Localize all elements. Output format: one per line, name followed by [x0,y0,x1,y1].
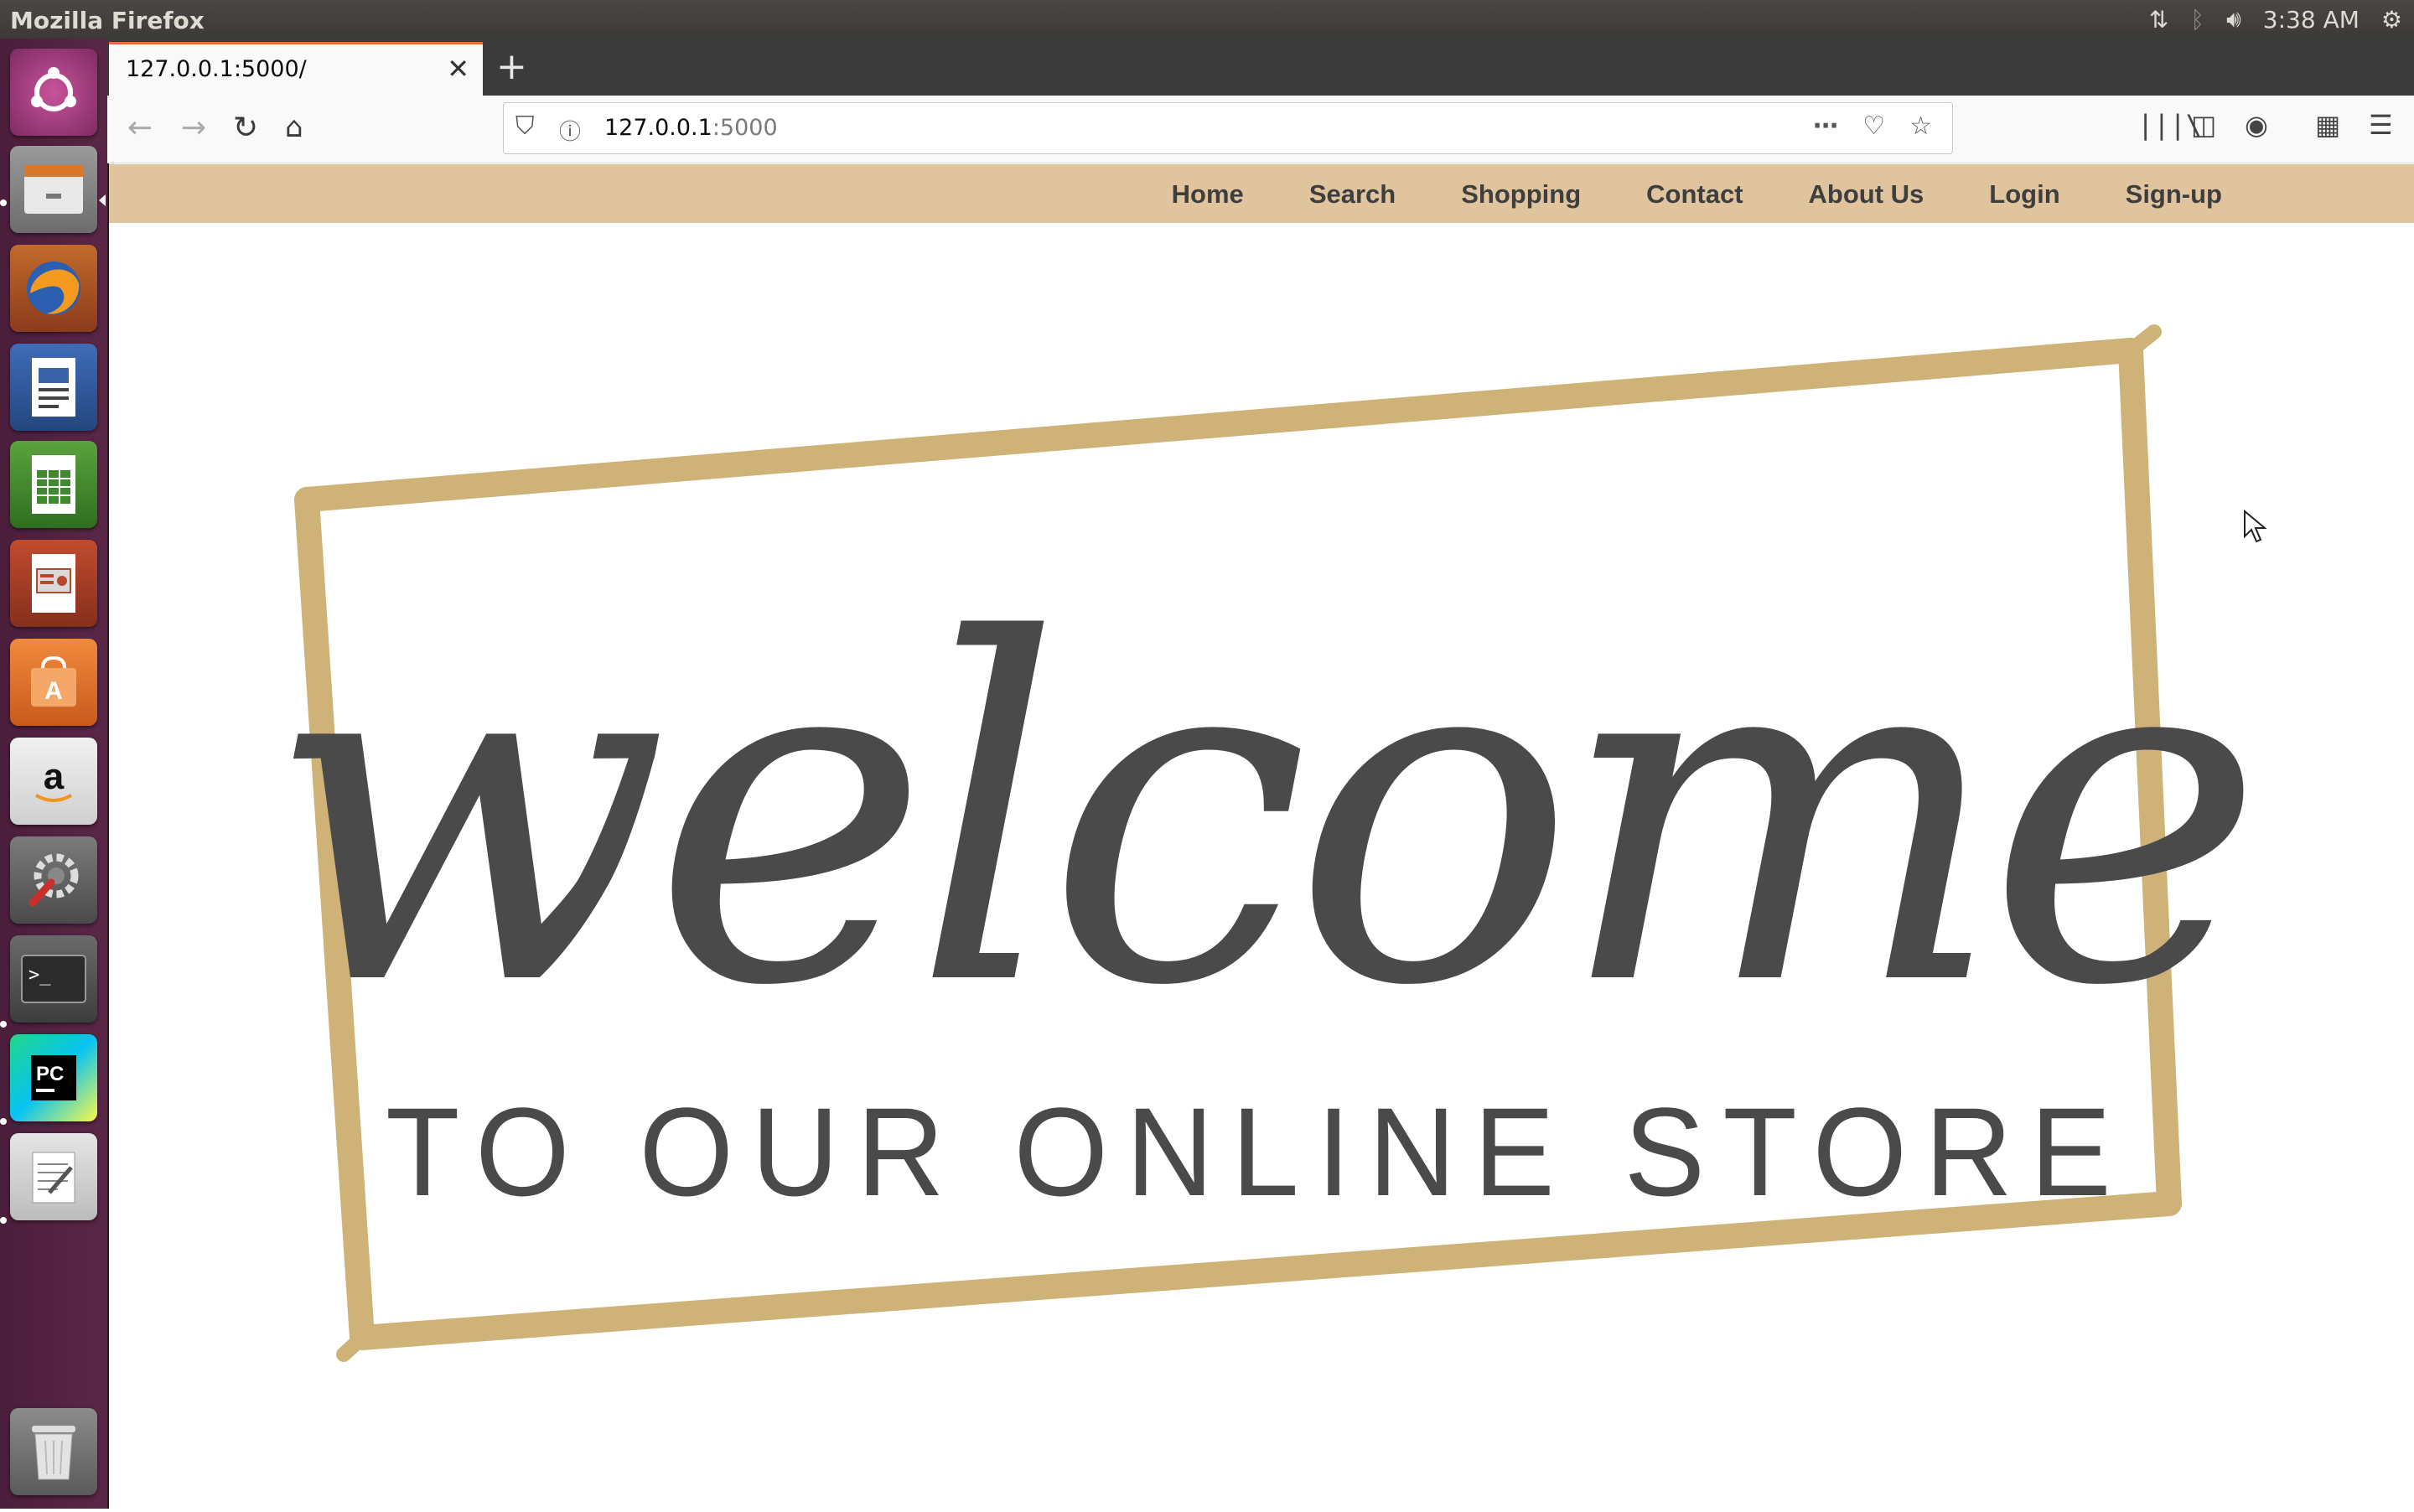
pycharm-icon[interactable]: PC [10,1034,97,1121]
trash-icon[interactable] [10,1408,97,1495]
menu-icon[interactable]: ☰ [2369,109,2393,141]
nav-login-link[interactable]: Login [1956,179,2092,210]
clock[interactable]: 3:38 AM [2263,6,2360,34]
impress-icon[interactable] [10,540,97,627]
text-editor-icon[interactable] [10,1133,97,1220]
bluetooth-icon[interactable]: ᛒ [2190,6,2204,34]
home-icon[interactable]: ⌂ [285,111,303,144]
account-icon[interactable]: ◉ [2245,109,2268,141]
calc-icon[interactable] [10,441,97,528]
browser-tab[interactable]: 127.0.0.1:5000/ ✕ [109,42,483,96]
network-icon[interactable]: ⇅ [2149,6,2168,34]
new-tab-icon[interactable]: + [496,45,527,88]
tab-title: 127.0.0.1:5000/ [126,56,307,82]
terminal-icon[interactable]: >_ [10,935,97,1023]
system-top-bar: Mozilla Firefox ⇅ ᛒ 🔊︎ 3:38 AM ⚙ [0,0,2414,39]
window-title: Mozilla Firefox [10,7,205,34]
nav-contact-link[interactable]: Contact [1614,179,1775,210]
bookmark-star-icon[interactable]: ☆ [1909,111,1932,141]
settings-gear-icon[interactable]: ⚙ [2381,6,2402,34]
sidebar-icon[interactable]: ◫ [2191,109,2216,141]
nav-home-link[interactable]: Home [1139,179,1277,210]
system-settings-icon[interactable] [10,836,97,924]
site-nav-links: Home Search Shopping Contact About Us Lo… [1139,179,2255,210]
launcher: A a >_ PC [0,39,109,1509]
url-text[interactable]: 127.0.0.1:5000 [604,115,778,141]
software-center-icon[interactable]: A [10,639,97,726]
close-tab-icon[interactable]: ✕ [447,53,469,85]
tracking-shield-icon[interactable]: ⛉ [515,111,535,141]
writer-icon[interactable] [10,344,97,431]
pocket-icon[interactable]: ♡ [1862,111,1885,141]
page-actions-icon[interactable]: ⋯ [1813,111,1838,141]
extensions-icon[interactable]: ▦ [2315,109,2340,141]
welcome-script-text: welcome [267,542,2247,1089]
nav-about-us-link[interactable]: About Us [1776,179,1957,210]
forward-icon[interactable]: → [181,111,206,145]
welcome-banner: welcome TO OUR ONLINE STORE [109,223,2414,1509]
nav-shopping-link[interactable]: Shopping [1428,179,1614,210]
files-icon[interactable] [10,146,97,233]
svg-text:A: A [44,677,63,705]
welcome-banner-graphic: welcome TO OUR ONLINE STORE [267,324,2265,1362]
url-bar[interactable]: ⛉ ⓘ 127.0.0.1:5000 ⋯ ♡ ☆ [503,102,1953,154]
ubuntu-dash-icon[interactable] [10,49,97,136]
svg-text:>_: >_ [28,965,51,986]
firefox-icon[interactable] [10,245,97,332]
mouse-cursor-icon [2244,510,2266,543]
nav-search-link[interactable]: Search [1277,179,1428,210]
reload-icon[interactable]: ↻ [233,111,258,145]
svg-text:a: a [44,756,65,797]
site-navbar: Home Search Shopping Contact About Us Lo… [109,164,2414,223]
amazon-icon[interactable]: a [10,738,97,825]
volume-icon[interactable]: 🔊︎ [2226,5,2241,34]
nav-signup-link[interactable]: Sign-up [2093,179,2255,210]
svg-text:PC: PC [36,1063,64,1085]
system-tray: ⇅ ᛒ 🔊︎ 3:38 AM ⚙ [2149,5,2402,34]
welcome-tagline: TO OUR ONLINE STORE [386,1081,2129,1222]
site-info-icon[interactable]: ⓘ [559,115,581,146]
back-icon[interactable]: ← [127,111,153,145]
